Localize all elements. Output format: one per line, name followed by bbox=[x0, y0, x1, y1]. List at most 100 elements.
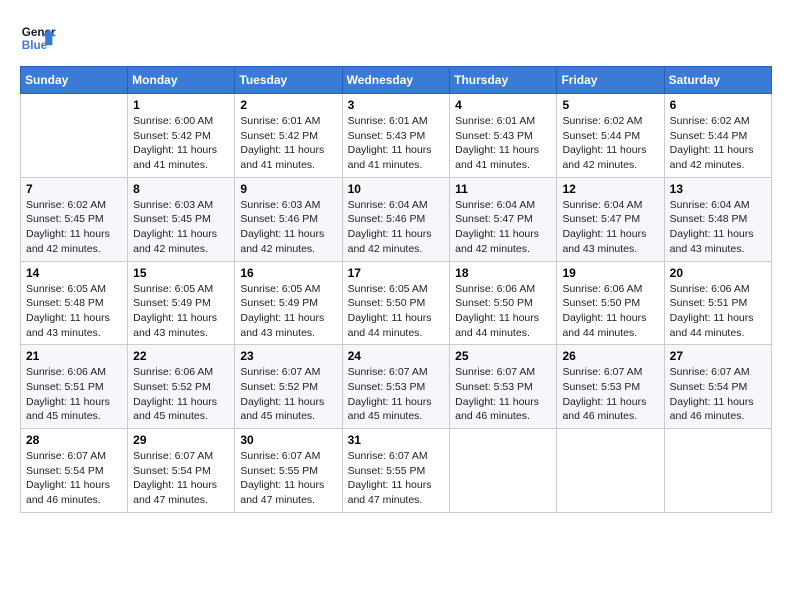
day-number: 22 bbox=[133, 349, 229, 363]
day-info: Sunrise: 6:04 AM Sunset: 5:46 PM Dayligh… bbox=[348, 198, 445, 257]
day-number: 28 bbox=[26, 433, 122, 447]
header-cell-thursday: Thursday bbox=[450, 67, 557, 94]
day-info: Sunrise: 6:01 AM Sunset: 5:43 PM Dayligh… bbox=[455, 114, 551, 173]
day-info: Sunrise: 6:07 AM Sunset: 5:55 PM Dayligh… bbox=[240, 449, 336, 508]
day-info: Sunrise: 6:06 AM Sunset: 5:50 PM Dayligh… bbox=[455, 282, 551, 341]
day-number: 27 bbox=[670, 349, 766, 363]
calendar-cell: 2 Sunrise: 6:01 AM Sunset: 5:42 PM Daylig… bbox=[235, 94, 342, 178]
week-row-3: 14Sunrise: 6:05 AM Sunset: 5:48 PM Dayli… bbox=[21, 261, 772, 345]
day-number: 29 bbox=[133, 433, 229, 447]
day-number: 1 bbox=[133, 98, 229, 112]
day-number: 21 bbox=[26, 349, 122, 363]
calendar-cell: 8 Sunrise: 6:03 AM Sunset: 5:45 PM Daylig… bbox=[128, 177, 235, 261]
day-number: 13 bbox=[670, 182, 766, 196]
day-number: 9 bbox=[240, 182, 336, 196]
calendar-cell: 10 Sunrise: 6:04 AM Sunset: 5:46 PM Dayli… bbox=[342, 177, 450, 261]
header-cell-tuesday: Tuesday bbox=[235, 67, 342, 94]
day-number: 30 bbox=[240, 433, 336, 447]
calendar-cell: 24 Sunrise: 6:07 AM Sunset: 5:53 PM Dayli… bbox=[342, 345, 450, 429]
day-number: 18 bbox=[455, 266, 551, 280]
day-info: Sunrise: 6:05 AM Sunset: 5:49 PM Dayligh… bbox=[240, 282, 336, 341]
day-info: Sunrise: 6:02 AM Sunset: 5:44 PM Dayligh… bbox=[562, 114, 658, 173]
calendar-cell: 15 Sunrise: 6:05 AM Sunset: 5:49 PM Dayli… bbox=[128, 261, 235, 345]
calendar-cell: 14Sunrise: 6:05 AM Sunset: 5:48 PM Dayli… bbox=[21, 261, 128, 345]
calendar-cell: 12 Sunrise: 6:04 AM Sunset: 5:47 PM Dayli… bbox=[557, 177, 664, 261]
calendar-cell: 7Sunrise: 6:02 AM Sunset: 5:45 PM Daylig… bbox=[21, 177, 128, 261]
day-info: Sunrise: 6:05 AM Sunset: 5:49 PM Dayligh… bbox=[133, 282, 229, 341]
calendar-body: 1 Sunrise: 6:00 AM Sunset: 5:42 PM Daylig… bbox=[21, 94, 772, 513]
day-info: Sunrise: 6:07 AM Sunset: 5:54 PM Dayligh… bbox=[133, 449, 229, 508]
calendar-cell: 28 Sunrise: 6:07 AM Sunset: 5:54 PM Dayli… bbox=[21, 429, 128, 513]
calendar-cell bbox=[557, 429, 664, 513]
day-info: Sunrise: 6:07 AM Sunset: 5:52 PM Dayligh… bbox=[240, 365, 336, 424]
week-row-5: 28 Sunrise: 6:07 AM Sunset: 5:54 PM Dayli… bbox=[21, 429, 772, 513]
calendar-cell: 1 Sunrise: 6:00 AM Sunset: 5:42 PM Daylig… bbox=[128, 94, 235, 178]
day-number: 3 bbox=[348, 98, 445, 112]
day-info: Sunrise: 6:07 AM Sunset: 5:53 PM Dayligh… bbox=[348, 365, 445, 424]
day-info: Sunrise: 6:07 AM Sunset: 5:53 PM Dayligh… bbox=[562, 365, 658, 424]
day-info: Sunrise: 6:07 AM Sunset: 5:54 PM Dayligh… bbox=[26, 449, 122, 508]
calendar-cell: 13 Sunrise: 6:04 AM Sunset: 5:48 PM Dayli… bbox=[664, 177, 771, 261]
calendar-cell: 16 Sunrise: 6:05 AM Sunset: 5:49 PM Dayli… bbox=[235, 261, 342, 345]
day-number: 8 bbox=[133, 182, 229, 196]
day-number: 24 bbox=[348, 349, 445, 363]
calendar-cell: 17Sunrise: 6:05 AM Sunset: 5:50 PM Dayli… bbox=[342, 261, 450, 345]
day-number: 7 bbox=[26, 182, 122, 196]
day-number: 4 bbox=[455, 98, 551, 112]
day-info: Sunrise: 6:03 AM Sunset: 5:45 PM Dayligh… bbox=[133, 198, 229, 257]
calendar-cell: 23 Sunrise: 6:07 AM Sunset: 5:52 PM Dayli… bbox=[235, 345, 342, 429]
calendar-cell: 3 Sunrise: 6:01 AM Sunset: 5:43 PM Daylig… bbox=[342, 94, 450, 178]
day-info: Sunrise: 6:06 AM Sunset: 5:52 PM Dayligh… bbox=[133, 365, 229, 424]
logo: General Blue bbox=[20, 20, 56, 56]
calendar-cell: 30 Sunrise: 6:07 AM Sunset: 5:55 PM Dayli… bbox=[235, 429, 342, 513]
day-info: Sunrise: 6:02 AM Sunset: 5:44 PM Dayligh… bbox=[670, 114, 766, 173]
day-info: Sunrise: 6:00 AM Sunset: 5:42 PM Dayligh… bbox=[133, 114, 229, 173]
day-number: 26 bbox=[562, 349, 658, 363]
day-info: Sunrise: 6:07 AM Sunset: 5:53 PM Dayligh… bbox=[455, 365, 551, 424]
day-number: 19 bbox=[562, 266, 658, 280]
day-info: Sunrise: 6:03 AM Sunset: 5:46 PM Dayligh… bbox=[240, 198, 336, 257]
day-number: 10 bbox=[348, 182, 445, 196]
calendar-cell bbox=[450, 429, 557, 513]
week-row-1: 1 Sunrise: 6:00 AM Sunset: 5:42 PM Daylig… bbox=[21, 94, 772, 178]
day-number: 20 bbox=[670, 266, 766, 280]
day-info: Sunrise: 6:01 AM Sunset: 5:43 PM Dayligh… bbox=[348, 114, 445, 173]
day-number: 16 bbox=[240, 266, 336, 280]
day-info: Sunrise: 6:06 AM Sunset: 5:50 PM Dayligh… bbox=[562, 282, 658, 341]
header-row: SundayMondayTuesdayWednesdayThursdayFrid… bbox=[21, 67, 772, 94]
day-number: 25 bbox=[455, 349, 551, 363]
calendar-cell: 9 Sunrise: 6:03 AM Sunset: 5:46 PM Daylig… bbox=[235, 177, 342, 261]
calendar-cell bbox=[21, 94, 128, 178]
page-header: General Blue bbox=[20, 20, 772, 56]
calendar-cell: 29 Sunrise: 6:07 AM Sunset: 5:54 PM Dayli… bbox=[128, 429, 235, 513]
week-row-2: 7Sunrise: 6:02 AM Sunset: 5:45 PM Daylig… bbox=[21, 177, 772, 261]
day-info: Sunrise: 6:01 AM Sunset: 5:42 PM Dayligh… bbox=[240, 114, 336, 173]
day-info: Sunrise: 6:04 AM Sunset: 5:47 PM Dayligh… bbox=[562, 198, 658, 257]
calendar-cell: 20Sunrise: 6:06 AM Sunset: 5:51 PM Dayli… bbox=[664, 261, 771, 345]
calendar-cell: 26 Sunrise: 6:07 AM Sunset: 5:53 PM Dayli… bbox=[557, 345, 664, 429]
day-number: 12 bbox=[562, 182, 658, 196]
day-number: 11 bbox=[455, 182, 551, 196]
week-row-4: 21 Sunrise: 6:06 AM Sunset: 5:51 PM Dayli… bbox=[21, 345, 772, 429]
day-number: 6 bbox=[670, 98, 766, 112]
day-number: 17 bbox=[348, 266, 445, 280]
header-cell-saturday: Saturday bbox=[664, 67, 771, 94]
day-info: Sunrise: 6:06 AM Sunset: 5:51 PM Dayligh… bbox=[26, 365, 122, 424]
header-cell-sunday: Sunday bbox=[21, 67, 128, 94]
calendar-table: SundayMondayTuesdayWednesdayThursdayFrid… bbox=[20, 66, 772, 513]
day-number: 31 bbox=[348, 433, 445, 447]
calendar-cell: 21 Sunrise: 6:06 AM Sunset: 5:51 PM Dayli… bbox=[21, 345, 128, 429]
day-number: 5 bbox=[562, 98, 658, 112]
calendar-cell bbox=[664, 429, 771, 513]
calendar-header: SundayMondayTuesdayWednesdayThursdayFrid… bbox=[21, 67, 772, 94]
day-info: Sunrise: 6:07 AM Sunset: 5:54 PM Dayligh… bbox=[670, 365, 766, 424]
calendar-cell: 18 Sunrise: 6:06 AM Sunset: 5:50 PM Dayli… bbox=[450, 261, 557, 345]
calendar-cell: 31 Sunrise: 6:07 AM Sunset: 5:55 PM Dayli… bbox=[342, 429, 450, 513]
day-number: 2 bbox=[240, 98, 336, 112]
day-info: Sunrise: 6:07 AM Sunset: 5:55 PM Dayligh… bbox=[348, 449, 445, 508]
day-number: 15 bbox=[133, 266, 229, 280]
day-info: Sunrise: 6:04 AM Sunset: 5:48 PM Dayligh… bbox=[670, 198, 766, 257]
calendar-cell: 27 Sunrise: 6:07 AM Sunset: 5:54 PM Dayli… bbox=[664, 345, 771, 429]
day-number: 23 bbox=[240, 349, 336, 363]
calendar-cell: 25 Sunrise: 6:07 AM Sunset: 5:53 PM Dayli… bbox=[450, 345, 557, 429]
